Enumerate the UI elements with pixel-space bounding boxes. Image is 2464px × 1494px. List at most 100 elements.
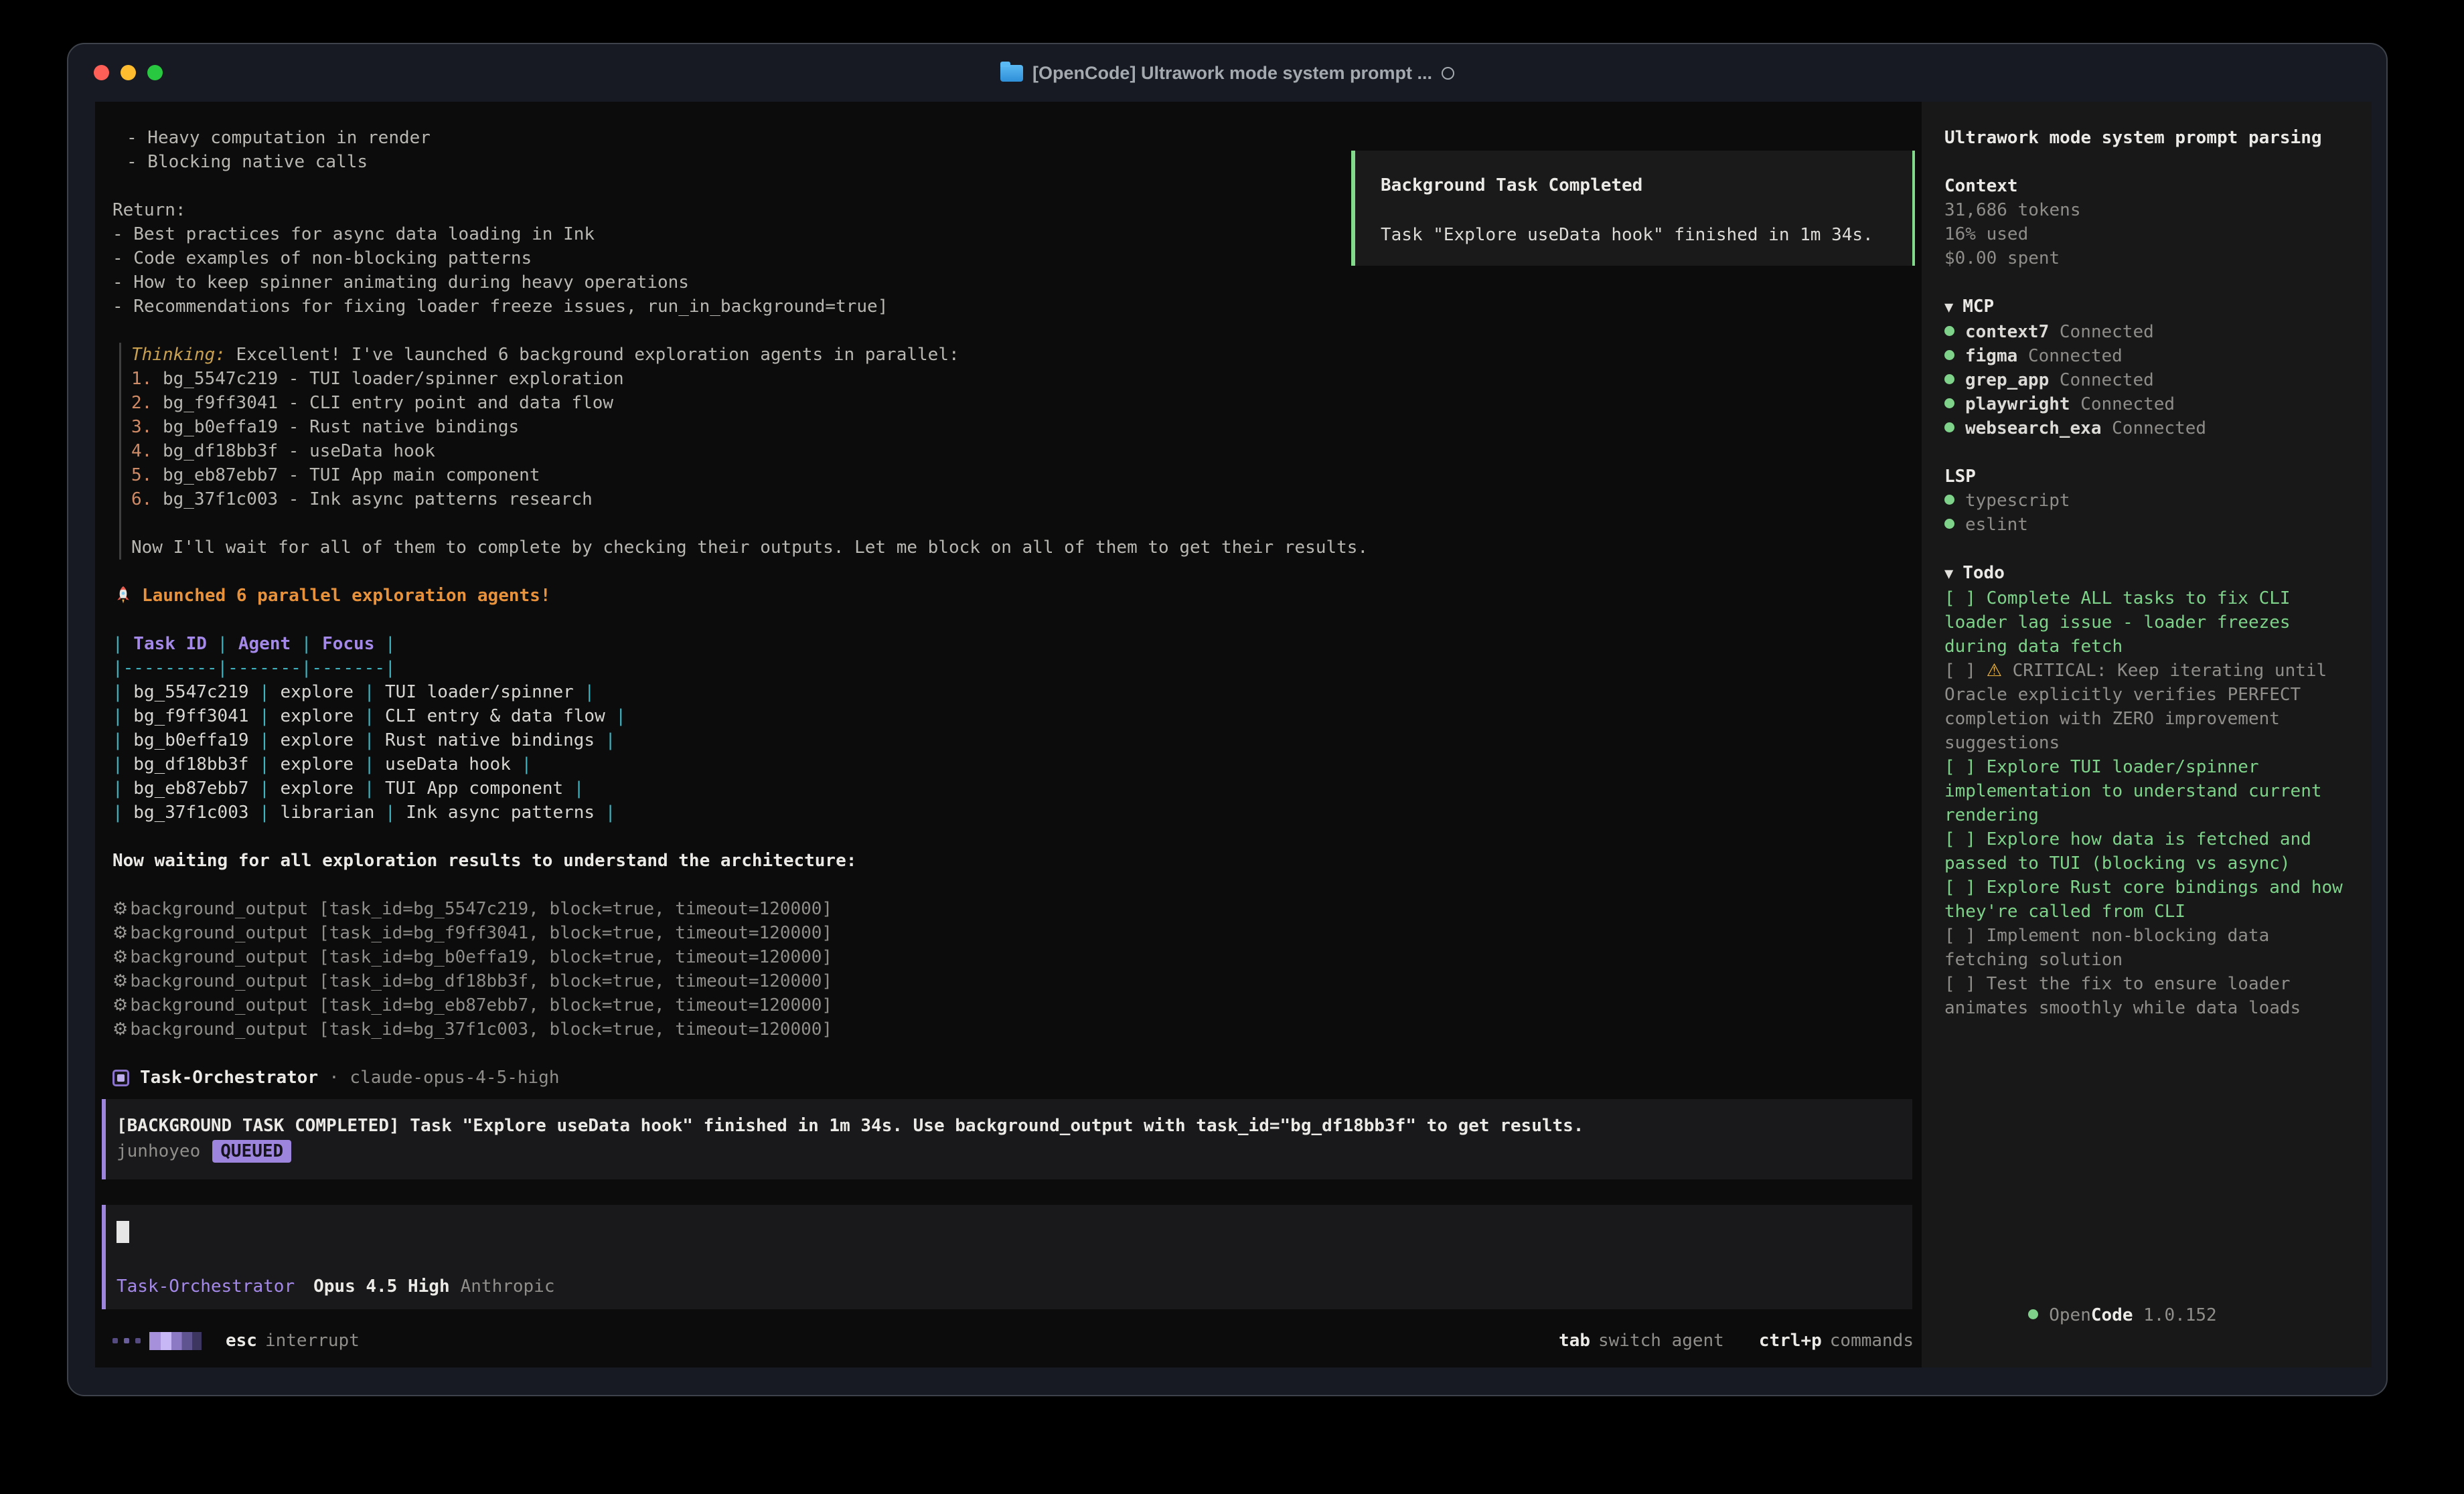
status-dot [1944, 422, 1954, 432]
text-cursor [117, 1221, 129, 1243]
context-tokens: 31,686 tokens [1944, 198, 2356, 222]
mcp-section-header[interactable]: ▼MCP [1944, 295, 2356, 320]
agent-name: Task-Orchestrator [140, 1066, 318, 1090]
tab-key-label: switch agent [1598, 1329, 1724, 1353]
table-row: | bg_f9ff3041 | explore | CLI entry & da… [112, 704, 1914, 728]
lsp-name: typescript [1965, 491, 2070, 511]
gear-icon: ⚙ [112, 1019, 128, 1040]
rocket-icon [112, 585, 134, 606]
minimize-button[interactable] [121, 65, 136, 80]
todo-item: [ ] Implement non-blocking data fetching… [1944, 924, 2356, 972]
todo-list: [ ] Complete ALL tasks to fix CLI loader… [1944, 586, 2356, 1020]
zoom-button[interactable] [147, 65, 163, 80]
table-header-cell: Agent [228, 634, 301, 654]
table-header-cell: Task ID [123, 634, 218, 654]
tab-key-hint: tab [1559, 1329, 1590, 1353]
session-title: Ultrawork mode system prompt parsing [1944, 126, 2356, 150]
queued-badge: QUEUED [212, 1140, 291, 1163]
gear-icon: ⚙ [112, 923, 128, 943]
announcement-text: Launched 6 parallel exploration agents! [142, 584, 550, 608]
tool-call-line: ⚙background_output [task_id=bg_f9ff3041,… [112, 921, 1914, 945]
mcp-name: websearch_exa [1965, 418, 2102, 438]
screen: [OpenCode] Ultrawork mode system prompt … [0, 0, 2464, 1494]
table-cell: bg_37f1c003 [123, 803, 260, 823]
mcp-item: context7 Connected [1944, 320, 2356, 344]
todo-item: [ ] Explore TUI loader/spinner implement… [1944, 755, 2356, 827]
esc-key-hint: esc [226, 1329, 257, 1353]
table-cell: bg_5547c219 [123, 682, 260, 702]
table-row: | bg_df18bb3f | explore | useData hook | [112, 752, 1914, 776]
lsp-heading: LSP [1944, 465, 2356, 489]
thinking-agent-item: 1. bg_5547c219 - TUI loader/spinner expl… [131, 367, 1914, 391]
table-row: | bg_5547c219 | explore | TUI loader/spi… [112, 680, 1914, 704]
thinking-block: Thinking: Excellent! I've launched 6 bac… [119, 343, 1914, 560]
announcement-line: Launched 6 parallel exploration agents! [112, 584, 1914, 608]
title-bar: [OpenCode] Ultrawork mode system prompt … [68, 44, 2386, 102]
ctrlp-key-label: commands [1830, 1329, 1914, 1353]
output-line: - Recommendations for fixing loader free… [112, 295, 1914, 319]
session-sidebar: Ultrawork mode system prompt parsing Con… [1922, 102, 2372, 1367]
thinking-agent-item: 6. bg_37f1c003 - Ink async patterns rese… [131, 487, 1914, 511]
mcp-name: figma [1965, 346, 2017, 366]
todo-item: [ ] Test the fix to ensure loader animat… [1944, 972, 2356, 1020]
status-dot [2028, 1309, 2038, 1319]
lsp-name: eslint [1965, 515, 2028, 535]
waiting-line: Now waiting for all exploration results … [112, 849, 1914, 873]
table-cell: Rust native bindings [374, 730, 605, 750]
table-cell: bg_df18bb3f [123, 754, 260, 774]
prompt-input[interactable]: Task-Orchestrator Opus 4.5 High Anthropi… [102, 1205, 1912, 1309]
todo-item: [ ] Complete ALL tasks to fix CLI loader… [1944, 586, 2356, 659]
input-provider: Anthropic [461, 1274, 555, 1299]
tool-call-line: ⚙background_output [task_id=bg_37f1c003,… [112, 1017, 1914, 1042]
output-line: - Heavy computation in render [112, 126, 1914, 150]
table-cell: explore [270, 730, 364, 750]
close-button[interactable] [94, 65, 109, 80]
tool-call-line: ⚙background_output [task_id=bg_b0effa19,… [112, 945, 1914, 969]
toast-body: Task "Explore useData hook" finished in … [1381, 223, 1912, 247]
status-dot [1944, 374, 1954, 384]
item-number: 4. [131, 441, 152, 461]
input-model-name: Opus 4.5 High [313, 1274, 450, 1299]
background-task-toast[interactable]: Background Task Completed Task "Explore … [1351, 151, 1915, 266]
mcp-status: Connected [2028, 346, 2123, 366]
mcp-item: figma Connected [1944, 344, 2356, 368]
mcp-status: Connected [2060, 370, 2154, 390]
item-number: 6. [131, 489, 152, 509]
thinking-intro-line: Thinking: Excellent! I've launched 6 bac… [131, 343, 1914, 367]
esc-key-label: interrupt [265, 1329, 360, 1353]
table-row: | bg_37f1c003 | librarian | Ink async pa… [112, 801, 1914, 825]
folder-icon [1000, 65, 1023, 82]
mcp-status: Connected [2080, 394, 2175, 414]
lsp-item: eslint [1944, 513, 2356, 537]
table-row: | bg_eb87ebb7 | explore | TUI App compon… [112, 776, 1914, 801]
opencode-window: [OpenCode] Ultrawork mode system prompt … [67, 43, 2388, 1396]
todo-item: [ ] Explore how data is fetched and pass… [1944, 827, 2356, 876]
agent-model: · claude-opus-4-5-high [329, 1066, 559, 1090]
app-version-footer: OpenCode 1.0.152 [1944, 1279, 2217, 1351]
thinking-label: Thinking: [131, 345, 226, 365]
status-bar-right: tab switch agent ctrl+p commands [1559, 1329, 1914, 1353]
status-bar: esc interrupt tab switch agent ctrl+p co… [112, 1329, 1914, 1353]
gear-icon: ⚙ [112, 971, 128, 991]
ctrlp-key-hint: ctrl+p [1759, 1329, 1822, 1353]
table-cell: librarian [270, 803, 385, 823]
spinner-bar [149, 1332, 202, 1350]
todo-section-header[interactable]: ▼Todo [1944, 561, 2356, 586]
background-task-message: [BACKGROUND TASK COMPLETED] Task "Explor… [102, 1099, 1912, 1179]
status-dot [1944, 350, 1954, 360]
gear-icon: ⚙ [112, 995, 128, 1015]
context-heading: Context [1944, 174, 2356, 198]
toast-title: Background Task Completed [1381, 173, 1912, 197]
todo-item: [ ] Explore Rust core bindings and how t… [1944, 876, 2356, 924]
title-area: [OpenCode] Ultrawork mode system prompt … [68, 44, 2386, 102]
table-divider-row: |---------|-------|-------| [112, 656, 1914, 680]
table-cell: explore [270, 754, 364, 774]
table-row: | bg_b0effa19 | explore | Rust native bi… [112, 728, 1914, 752]
table-cell: bg_b0effa19 [123, 730, 260, 750]
warning-icon: ⚠ [1987, 661, 2002, 681]
item-number: 5. [131, 465, 152, 485]
context-spent: $0.00 spent [1944, 246, 2356, 270]
output-line: - How to keep spinner animating during h… [112, 270, 1914, 295]
input-footer: Task-Orchestrator Opus 4.5 High Anthropi… [117, 1274, 555, 1299]
thinking-agent-item: 4. bg_df18bb3f - useData hook [131, 439, 1914, 463]
